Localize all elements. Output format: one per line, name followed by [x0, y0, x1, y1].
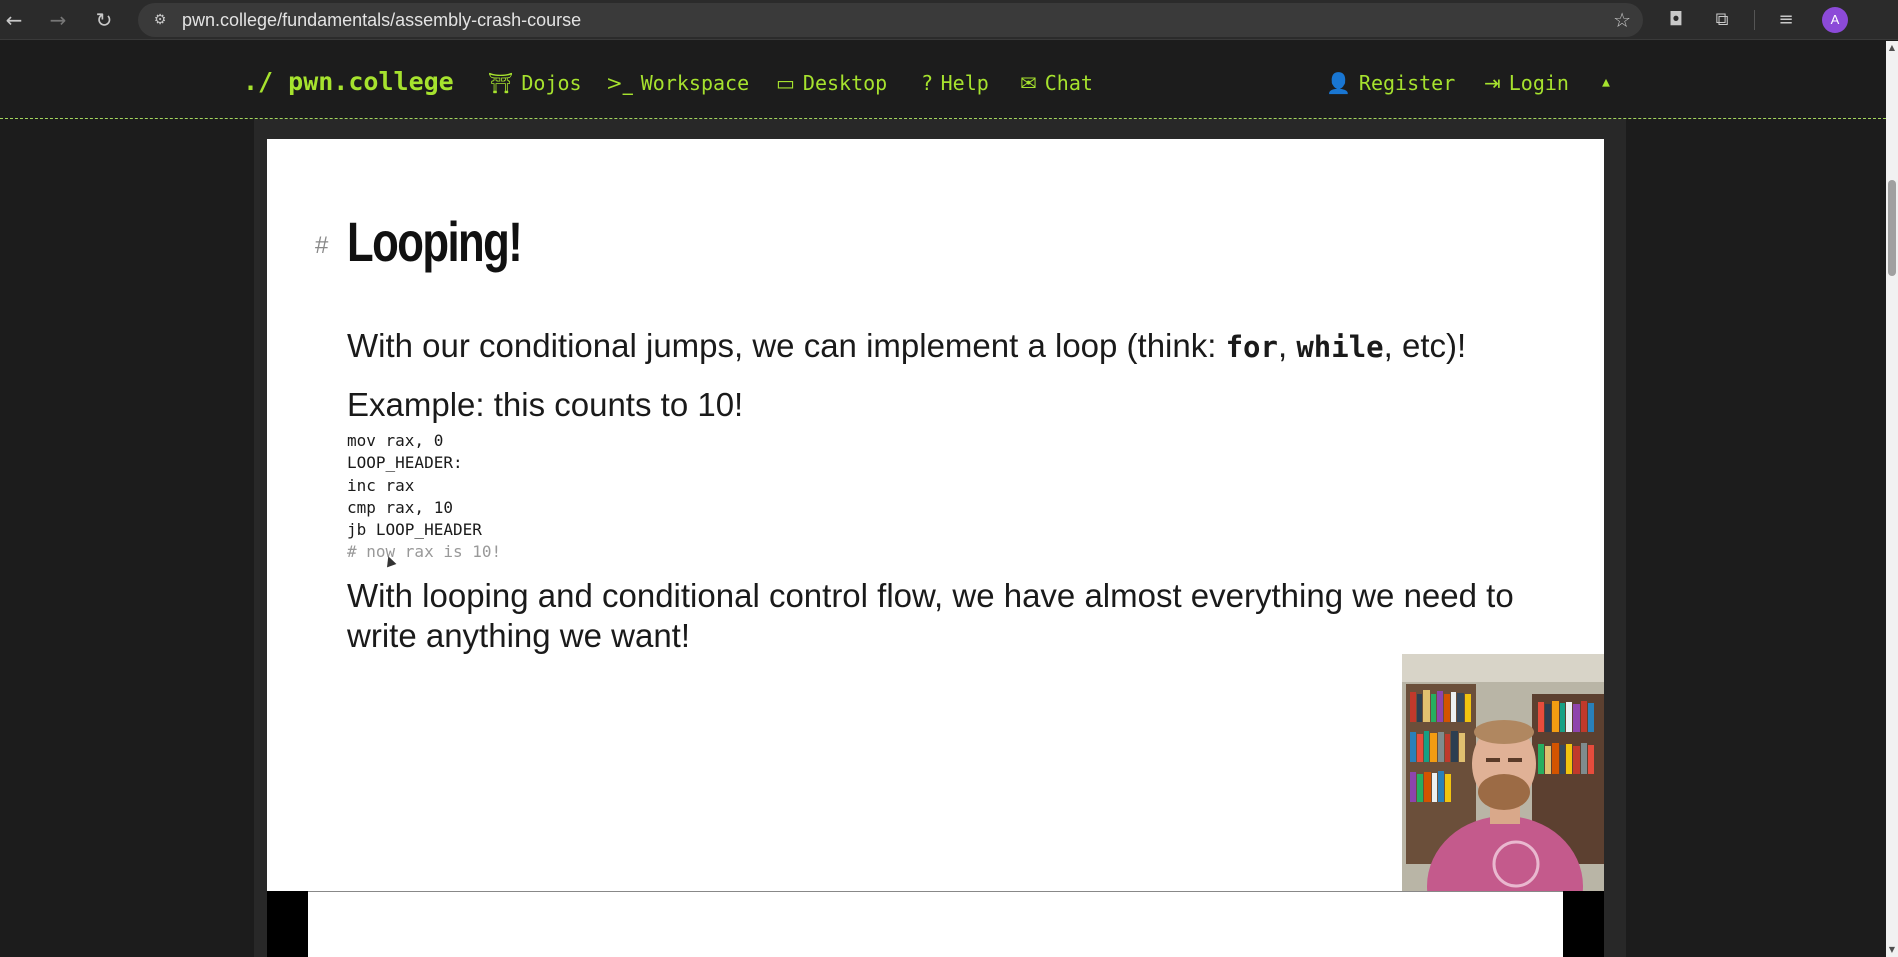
- desktop-icon: ▭: [776, 71, 795, 95]
- page-scrollbar[interactable]: [1886, 41, 1898, 957]
- slide-closing-text: With looping and conditional control flo…: [347, 577, 1514, 654]
- keyword-while: while: [1296, 330, 1384, 364]
- code-line: LOOP_HEADER:: [347, 453, 463, 473]
- brand-logo[interactable]: ./ pwn.college: [243, 67, 454, 96]
- user-plus-icon: 👤: [1326, 71, 1351, 95]
- code-comment: # now rax is 10!: [347, 542, 502, 562]
- media-control-icon[interactable]: ≡: [1774, 8, 1798, 32]
- code-block: mov rax, 0 LOOP_HEADER: inc rax cmp rax,…: [347, 430, 501, 564]
- webcam-image: [1402, 654, 1604, 891]
- scroll-down-arrow-icon[interactable]: ▼: [1886, 943, 1898, 957]
- scroll-up-arrow-icon[interactable]: ▲: [1886, 41, 1898, 55]
- forward-icon[interactable]: →: [44, 6, 72, 34]
- login-link[interactable]: ⇥ Login: [1484, 71, 1569, 95]
- comments-icon: ✉: [1020, 71, 1037, 95]
- site-info-icon[interactable]: ⚙: [150, 10, 170, 30]
- scrollbar-thumb[interactable]: [1888, 180, 1896, 276]
- code-line: jb LOOP_HEADER: [347, 520, 482, 540]
- back-icon[interactable]: ←: [0, 6, 28, 34]
- url-text[interactable]: pwn.college/fundamentals/assembly-crash-…: [182, 3, 581, 37]
- question-icon: ?: [922, 71, 933, 95]
- code-line: inc rax: [347, 475, 415, 495]
- address-bar[interactable]: ⚙ pwn.college/fundamentals/assembly-cras…: [138, 3, 1643, 37]
- bookmark-star-icon[interactable]: ☆: [1613, 8, 1631, 32]
- slide-example-heading: Example: this counts to 10!: [347, 386, 744, 423]
- toolbar-divider: [1754, 10, 1755, 30]
- incognito-extension-icon[interactable]: ◘: [1664, 8, 1688, 32]
- sign-in-icon: ⇥: [1484, 71, 1501, 95]
- slide-title: Looping!: [347, 210, 523, 273]
- browser-toolbar: ← → ↻ ⚙ pwn.college/fundamentals/assembl…: [0, 0, 1898, 40]
- code-line: mov rax, 0: [347, 431, 444, 450]
- next-slide-preview: [308, 891, 1563, 957]
- slide-anchor-hash[interactable]: #: [315, 232, 328, 260]
- reload-icon[interactable]: ↻: [90, 6, 118, 34]
- keyword-for: for: [1225, 330, 1278, 364]
- terminal-icon: >_: [606, 71, 633, 95]
- site-navbar: ./ pwn.college ⛩ Dojos >_ Workspace ▭ Deskt…: [0, 41, 1886, 119]
- extensions-puzzle-icon[interactable]: ⧉: [1710, 8, 1734, 32]
- nav-help[interactable]: ? Help: [922, 71, 989, 95]
- presenter-webcam: [1402, 654, 1604, 891]
- slide-intro-text: With our conditional jumps, we can imple…: [347, 327, 1467, 364]
- nav-workspace[interactable]: >_ Workspace: [606, 71, 749, 95]
- nav-desktop[interactable]: ▭ Desktop: [776, 71, 887, 95]
- profile-avatar[interactable]: A: [1822, 7, 1848, 33]
- nav-chat[interactable]: ✉ Chat: [1020, 71, 1093, 95]
- nav-dojos[interactable]: ⛩ Dojos: [488, 71, 582, 95]
- caret-up-icon[interactable]: ▴: [1600, 69, 1612, 93]
- code-line: cmp rax, 10: [347, 497, 453, 517]
- torii-icon: ⛩: [488, 71, 514, 95]
- register-link[interactable]: 👤 Register: [1326, 71, 1455, 95]
